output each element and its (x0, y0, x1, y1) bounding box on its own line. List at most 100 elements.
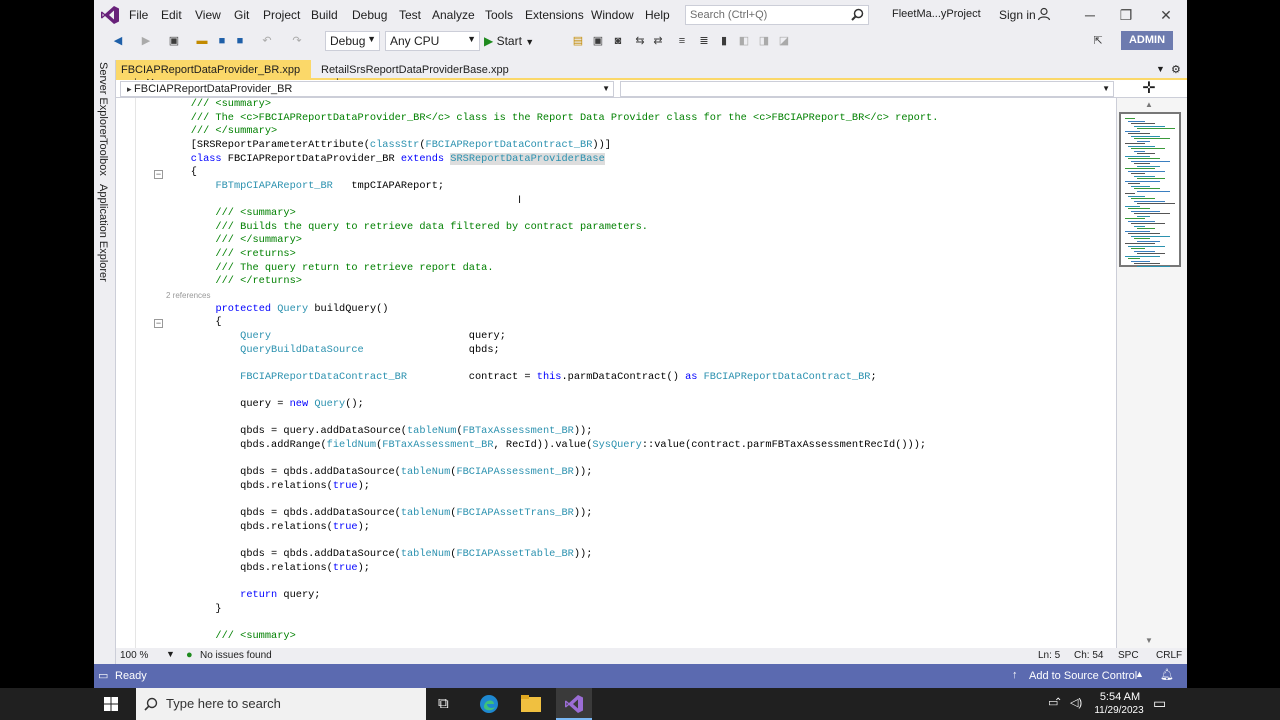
code-line[interactable]: { (166, 316, 1116, 330)
code-line[interactable]: qbds = qbds.addDataSource(tableNum(FBCIA… (166, 548, 1116, 562)
code-line[interactable] (166, 453, 1116, 467)
uncomment-lines-icon[interactable]: ≣ (696, 33, 712, 49)
code-line[interactable]: query = new Query(); (166, 398, 1116, 412)
menu-debug[interactable]: Debug (352, 8, 387, 22)
code-line[interactable] (166, 193, 1116, 207)
notifications-icon[interactable]: ▭ (1153, 695, 1166, 712)
type-navigation-dropdown[interactable]: ▸ FBCIAPReportDataProvider_BR ▼ (120, 81, 614, 97)
tab-overflow-icon[interactable]: ▼ (1156, 64, 1165, 74)
collapse-method-icon[interactable]: − (154, 319, 163, 328)
code-line[interactable]: /// </returns> (166, 275, 1116, 289)
code-line[interactable]: Query query; (166, 330, 1116, 344)
code-line[interactable]: qbds.relations(true); (166, 562, 1116, 576)
close-button[interactable]: ✕ (1151, 4, 1181, 26)
start-debugging-button[interactable]: ▶ Start ▼ (484, 32, 534, 50)
menu-file[interactable]: File (129, 8, 148, 22)
previous-bookmark-icon[interactable]: ◧ (736, 33, 752, 49)
back-icon[interactable]: ◀ (110, 33, 126, 49)
minimize-button[interactable]: ─ (1075, 4, 1105, 26)
code-line[interactable]: return query; (166, 589, 1116, 603)
scroll-up-icon[interactable]: ▲ (1145, 100, 1153, 109)
code-line[interactable]: /// </summary> (166, 125, 1116, 139)
toolbox-tab[interactable]: Toolbox (97, 138, 109, 176)
scroll-down-icon[interactable]: ▼ (1145, 636, 1153, 645)
configuration-dropdown[interactable]: Debug ▼ (325, 31, 380, 51)
line-number[interactable]: Ln: 5 (1038, 650, 1060, 661)
open-folder-icon[interactable]: ▬ (194, 33, 210, 49)
code-line[interactable]: /// The query return to retrieve report … (166, 262, 1116, 276)
whitespace-mode[interactable]: SPC (1118, 650, 1139, 661)
code-line[interactable] (166, 616, 1116, 630)
code-line[interactable]: /// <summary> (166, 207, 1116, 221)
comment-lines-icon[interactable]: ≡ (674, 33, 690, 49)
save-all-icon[interactable]: ■ (232, 33, 248, 49)
code-line[interactable] (166, 384, 1116, 398)
code-line[interactable] (166, 357, 1116, 371)
line-ending[interactable]: CRLF (1156, 650, 1182, 661)
output-icon[interactable]: ▭ (98, 669, 108, 682)
solution-name[interactable]: FleetMa...yProject (892, 8, 981, 20)
new-project-icon[interactable]: ▣ (166, 33, 182, 49)
bookmark-icon[interactable]: ▮ (716, 33, 732, 49)
code-line[interactable]: qbds = qbds.addDataSource(tableNum(FBCIA… (166, 507, 1116, 521)
menu-test[interactable]: Test (399, 8, 421, 22)
issues-status[interactable]: No issues found (200, 650, 272, 661)
edge-browser-icon[interactable] (479, 694, 499, 714)
code-line[interactable]: qbds.relations(true); (166, 521, 1116, 535)
tab-fbciapreportdataprovider[interactable]: FBCIAPReportDataProvider_BR.xpp ⊣ ✕ (116, 60, 311, 89)
code-line[interactable]: FBCIAPReportDataContract_BR contract = t… (166, 371, 1116, 385)
code-line[interactable]: protected Query buildQuery() (166, 303, 1116, 317)
map-viewport[interactable] (1119, 112, 1181, 267)
code-line[interactable] (166, 575, 1116, 589)
code-line[interactable]: /// The <c>FBCIAPReportDataProvider_BR</… (166, 112, 1116, 126)
settings-gear-icon[interactable]: ⚙ (1171, 63, 1181, 76)
taskbar-search-box[interactable]: Type here to search (136, 688, 426, 720)
code-line[interactable]: /// <returns> (166, 248, 1116, 262)
code-line[interactable]: qbds.addRange(fieldNum(FBTaxAssessment_B… (166, 439, 1116, 453)
menu-extensions[interactable]: Extensions (525, 8, 584, 22)
code-line[interactable]: /// <summary> (166, 98, 1116, 112)
menu-help[interactable]: Help (645, 8, 670, 22)
clock-date[interactable]: 11/29/2023 (1089, 705, 1149, 716)
add-to-source-control[interactable]: Add to Source Control (1029, 670, 1137, 682)
code-line[interactable]: QueryBuildDataSource qbds; (166, 344, 1116, 358)
member-navigation-dropdown[interactable]: ▼ (620, 81, 1114, 97)
code-line[interactable]: qbds = query.addDataSource(tableNum(FBTa… (166, 425, 1116, 439)
visual-studio-taskbar-button[interactable] (556, 688, 592, 720)
code-line[interactable]: [SRSReportParameterAttribute(classStr(FB… (166, 139, 1116, 153)
platform-dropdown[interactable]: Any CPU ▼ (385, 31, 480, 51)
column-number[interactable]: Ch: 54 (1074, 650, 1103, 661)
menu-analyze[interactable]: Analyze (432, 8, 475, 22)
code-line[interactable]: { (166, 166, 1116, 180)
menu-git[interactable]: Git (234, 8, 249, 22)
code-text[interactable]: /// <summary> /// The <c>FBCIAPReportDat… (166, 98, 1116, 644)
menu-build[interactable]: Build (311, 8, 338, 22)
code-line[interactable]: class FBCIAPReportDataProvider_BR extend… (166, 152, 1116, 167)
code-line[interactable]: qbds.relations(true); (166, 480, 1116, 494)
code-line[interactable] (166, 494, 1116, 508)
windows-start-icon[interactable] (104, 697, 118, 711)
code-line[interactable]: /// <summary> (166, 630, 1116, 644)
visual-studio-logo-icon[interactable] (100, 5, 120, 25)
restore-button[interactable]: ❐ (1111, 4, 1141, 26)
tab-retailsrsreportdataproviderbase[interactable]: RetailSrsReportDataProviderBase.xpp ⊣ (316, 60, 511, 89)
network-icon[interactable]: ▭ (1048, 696, 1058, 709)
screenshot-icon[interactable]: ◙ (610, 33, 626, 49)
account-icon[interactable] (1037, 7, 1051, 21)
code-line[interactable]: qbds = qbds.addDataSource(tableNum(FBCIA… (166, 466, 1116, 480)
search-box[interactable]: Search (Ctrl+Q) (685, 5, 869, 25)
application-explorer-tab[interactable]: Application Explorer (97, 184, 109, 282)
clock-time[interactable]: 5:54 AM (1095, 691, 1145, 703)
redo-icon[interactable]: ↷ (289, 33, 305, 49)
volume-icon[interactable]: ◁) (1070, 696, 1082, 709)
save-icon[interactable]: ■ (214, 33, 230, 49)
file-explorer-icon[interactable] (521, 695, 541, 713)
undo-icon[interactable]: ↶ (259, 33, 275, 49)
sign-in-link[interactable]: Sign in (999, 8, 1036, 22)
notification-bell-icon[interactable]: 🔔︎ (1160, 668, 1174, 681)
code-line[interactable] (166, 412, 1116, 426)
code-line[interactable]: /// </summary> (166, 234, 1116, 248)
chevron-up-icon[interactable]: ▲ (1135, 669, 1144, 679)
next-bookmark-icon[interactable]: ◨ (756, 33, 772, 49)
task-view-icon[interactable]: ⧉ (438, 695, 449, 712)
